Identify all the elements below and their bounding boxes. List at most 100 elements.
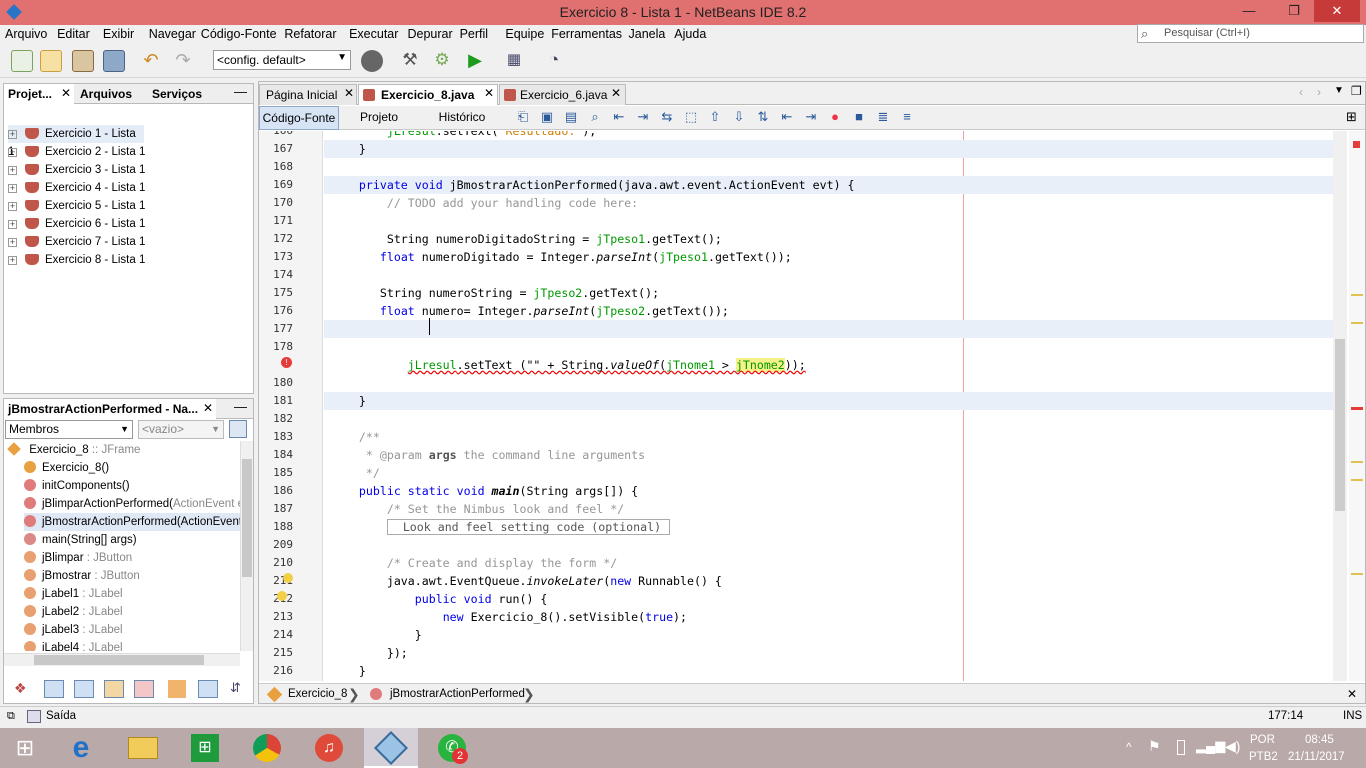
menu-item-9[interactable]: Equipe: [505, 27, 544, 41]
scrollbar-thumb[interactable]: [1335, 339, 1345, 511]
comment-icon[interactable]: ≡: [897, 109, 917, 127]
find-next-icon[interactable]: ⇥: [633, 109, 653, 127]
stop-macro-icon[interactable]: ■: [849, 109, 869, 127]
expand-icon[interactable]: +: [8, 202, 17, 211]
close-icon[interactable]: ✕: [611, 86, 621, 100]
menu-item-11[interactable]: Janela: [629, 27, 666, 41]
navigator-member[interactable]: jBlimparActionPerformed(ActionEvent e: [24, 495, 240, 513]
start-macro-icon[interactable]: ≣: [873, 109, 893, 127]
menu-item-3[interactable]: Navegar: [149, 27, 196, 41]
open-project-icon[interactable]: [72, 50, 94, 72]
close-icon[interactable]: ✕: [61, 86, 71, 100]
fields-filter-icon[interactable]: [44, 680, 64, 698]
chrome-icon[interactable]: [243, 728, 291, 768]
code-area[interactable]: 166 jLresul.setText("Resultado:");167 }1…: [259, 131, 1365, 681]
code-line[interactable]: 180: [259, 374, 1333, 392]
code-line[interactable]: 186 public static void main(String args[…: [259, 482, 1333, 500]
code-line[interactable]: 211 java.awt.EventQueue.invokeLater(new …: [259, 572, 1333, 590]
minimize-button[interactable]: —: [1230, 0, 1268, 22]
project-item[interactable]: + Exercicio 2 - Lista 1: [8, 143, 145, 161]
code-line[interactable]: 209: [259, 536, 1333, 554]
whatsapp-icon[interactable]: ✆: [428, 728, 476, 768]
debug-icon[interactable]: ▦: [503, 50, 525, 72]
battery-icon[interactable]: [1177, 740, 1185, 755]
menu-item-2[interactable]: Exibir: [103, 27, 134, 41]
music-app-icon[interactable]: ♫: [305, 728, 353, 768]
close-icon[interactable]: ✕: [344, 86, 354, 100]
code-line[interactable]: 176 float numero= Integer.parseInt(jTpes…: [259, 302, 1333, 320]
code-line[interactable]: 171: [259, 212, 1333, 230]
code-line[interactable]: 188 Look and feel setting code (optional…: [259, 518, 1333, 536]
code-line[interactable]: 177: [259, 320, 1333, 338]
navigator-member[interactable]: initComponents(): [24, 477, 240, 495]
find-previous-icon[interactable]: ⇤: [609, 109, 629, 127]
code-line[interactable]: 170 // TODO add your handling code here:: [259, 194, 1333, 212]
code-line[interactable]: 214 }: [259, 626, 1333, 644]
scroll-right-icon[interactable]: ›: [1317, 85, 1321, 99]
maximize-editor-icon[interactable]: ❐: [1351, 84, 1362, 98]
minimize-panel-icon[interactable]: —: [234, 84, 247, 99]
code-line[interactable]: 187 /* Set the Nimbus look and feel */: [259, 500, 1333, 518]
tab-files[interactable]: Arquivos: [76, 84, 146, 104]
breadcrumb-class[interactable]: Exercicio_8: [288, 684, 347, 704]
expand-icon[interactable]: +: [8, 238, 17, 247]
forward-icon[interactable]: ▤: [561, 109, 581, 127]
record-macro-icon[interactable]: ●: [825, 109, 845, 127]
store-icon[interactable]: ⊞: [181, 728, 229, 768]
project-item[interactable]: + Exercicio 6 - Lista 1: [8, 215, 145, 233]
code-line[interactable]: 210 /* Create and display the form */: [259, 554, 1333, 572]
toggle-selection-icon[interactable]: ⬚: [681, 109, 701, 127]
code-line[interactable]: 173 float numeroDigitado = Integer.parse…: [259, 248, 1333, 266]
breadcrumb-method[interactable]: jBmostrarActionPerformed: [390, 684, 525, 704]
code-line[interactable]: 169 private void jBmostrarActionPerforme…: [259, 176, 1333, 194]
next-bookmark-icon[interactable]: ⇩: [729, 109, 749, 127]
menu-item-1[interactable]: Editar: [57, 27, 90, 41]
flag-icon[interactable]: ⚑: [1148, 738, 1161, 755]
code-line[interactable]: 184 * @param args the command line argum…: [259, 446, 1333, 464]
expand-icon[interactable]: +: [8, 256, 17, 265]
code-line[interactable]: 212 public void run() {: [259, 590, 1333, 608]
static-filter-icon[interactable]: [74, 680, 94, 698]
code-line[interactable]: 172 String numeroDigitadoString = jTpeso…: [259, 230, 1333, 248]
vertical-scrollbar[interactable]: [240, 441, 253, 651]
code-line[interactable]: 166 jLresul.setText("Resultado:");: [259, 131, 1333, 140]
new-file-icon[interactable]: [11, 50, 33, 72]
code-line[interactable]: 215 });: [259, 644, 1333, 662]
menu-item-5[interactable]: Refatorar: [284, 27, 336, 41]
private-filter-icon[interactable]: [104, 680, 124, 698]
navigator-member[interactable]: jBmostrarActionPerformed(ActionEvent: [24, 513, 240, 531]
config-select[interactable]: <config. default> ▼: [213, 50, 351, 70]
save-all-icon[interactable]: [103, 50, 125, 72]
tab-exercicio-6[interactable]: Exercicio_6.java: [499, 84, 626, 105]
menu-item-12[interactable]: Ajuda: [674, 27, 706, 41]
sort-icon[interactable]: [168, 680, 186, 698]
windows-start-icon[interactable]: ⊞: [0, 728, 50, 768]
new-project-icon[interactable]: [40, 50, 62, 72]
code-line[interactable]: 181 }: [259, 392, 1333, 410]
split-editor-icon[interactable]: ⊞: [1346, 109, 1357, 125]
back-icon[interactable]: ⎗: [513, 109, 533, 127]
empty-filter[interactable]: <vazio> ▼: [138, 420, 224, 439]
network-icon[interactable]: ▂▄▆: [1196, 738, 1225, 754]
shift-right-icon[interactable]: ⇥: [801, 109, 821, 127]
tab-start-page[interactable]: Página Inicial: [259, 84, 357, 105]
tab-services[interactable]: Serviços: [148, 84, 218, 104]
close-icon[interactable]: ✕: [203, 401, 213, 415]
tray-chevron-icon[interactable]: ^: [1126, 740, 1132, 754]
build-icon[interactable]: ⚒: [399, 50, 421, 72]
run-icon[interactable]: ▶: [464, 50, 486, 72]
profile-icon[interactable]: ◔: [543, 50, 565, 72]
navigator-member[interactable]: jLabel4 : JLabel: [24, 639, 240, 651]
menu-item-4[interactable]: Código-Fonte: [201, 27, 277, 41]
expand-icon[interactable]: +: [8, 184, 17, 193]
navigator-member[interactable]: jBlimpar : JButton: [24, 549, 240, 567]
toggle-bookmark-icon[interactable]: ⇅: [753, 109, 773, 127]
clock-date[interactable]: 21/11/2017: [1288, 751, 1345, 763]
code-line[interactable]: 185 */: [259, 464, 1333, 482]
internet-explorer-icon[interactable]: e: [57, 728, 105, 768]
netbeans-taskbar-icon[interactable]: [364, 728, 418, 768]
close-button[interactable]: ✕: [1314, 0, 1360, 22]
expand-icon[interactable]: +: [8, 148, 17, 157]
navigator-member[interactable]: jLabel2 : JLabel: [24, 603, 240, 621]
clean-build-icon[interactable]: ⚙: [431, 50, 453, 72]
